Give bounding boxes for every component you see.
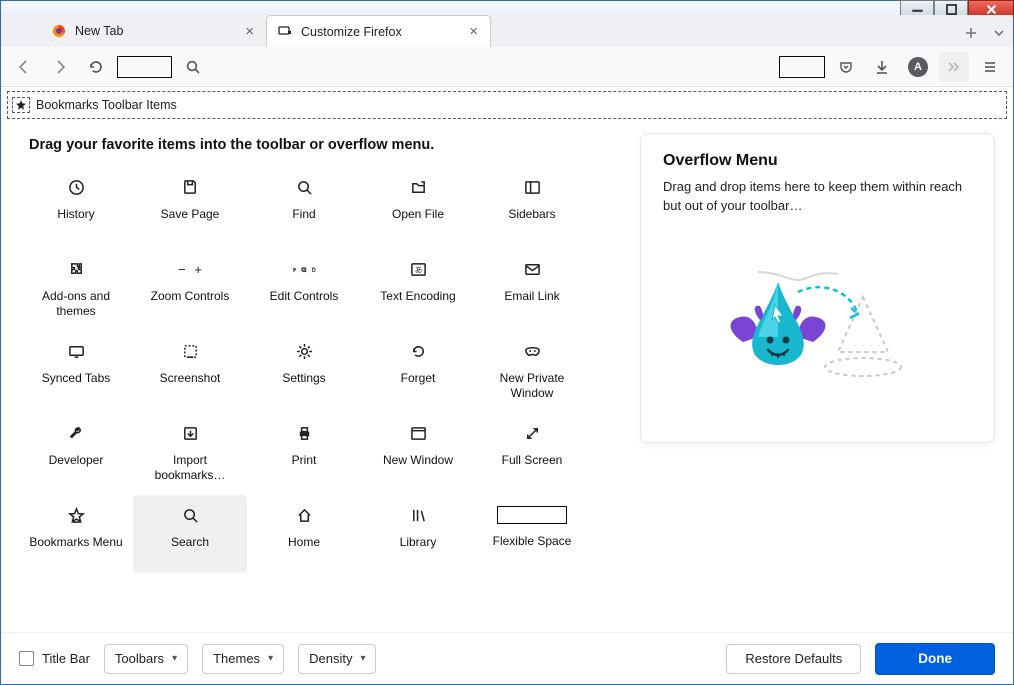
toolbar-slot[interactable] <box>117 56 172 78</box>
density-dropdown[interactable]: Density ▾ <box>298 644 376 674</box>
chevron-down-icon: ▾ <box>360 653 365 664</box>
palette-edit[interactable]: Edit Controls <box>247 249 361 327</box>
puzzle-icon <box>64 257 88 281</box>
palette-save-page[interactable]: Save Page <box>133 167 247 245</box>
palette-home[interactable]: Home <box>247 495 361 573</box>
palette-bookmarks-menu[interactable]: Bookmarks Menu <box>19 495 133 573</box>
palette-history[interactable]: History <box>19 167 133 245</box>
toolbars-dropdown[interactable]: Toolbars ▾ <box>104 644 188 674</box>
search-icon[interactable] <box>178 52 208 82</box>
window-icon <box>406 421 430 445</box>
back-button[interactable] <box>9 52 39 82</box>
synced-tabs-icon <box>64 339 88 363</box>
palette-import[interactable]: Import bookmarks… <box>133 413 247 491</box>
firefox-icon <box>51 23 67 39</box>
palette-sidebars[interactable]: Sidebars <box>475 167 589 245</box>
palette-print[interactable]: Print <box>247 413 361 491</box>
brush-icon <box>277 24 293 40</box>
window-titlebar <box>1 1 1013 15</box>
edit-controls-icon <box>292 257 316 281</box>
history-icon <box>64 175 88 199</box>
find-icon <box>292 175 316 199</box>
library-icon <box>406 503 430 527</box>
sidebar-icon <box>520 175 544 199</box>
text-encoding-icon: あ <box>406 257 430 281</box>
search-icon <box>178 503 202 527</box>
overflow-description: Drag and drop items here to keep them wi… <box>663 178 972 216</box>
gear-icon <box>292 339 316 363</box>
customize-heading: Drag your favorite items into the toolba… <box>29 137 616 153</box>
palette-find[interactable]: Find <box>247 167 361 245</box>
all-tabs-button[interactable] <box>985 19 1013 47</box>
palette-open-file[interactable]: Open File <box>361 167 475 245</box>
tab-strip: New Tab × Customize Firefox × <box>1 15 1013 47</box>
tab-close-button[interactable]: × <box>465 23 482 40</box>
palette-synced[interactable]: Synced Tabs <box>19 331 133 409</box>
forward-button[interactable] <box>45 52 75 82</box>
restore-defaults-button[interactable]: Restore Defaults <box>726 644 861 674</box>
bookmarks-star-icon <box>64 503 88 527</box>
palette-search[interactable]: Search <box>133 495 247 573</box>
reload-button[interactable] <box>81 52 111 82</box>
chevron-down-icon: ▾ <box>172 653 177 664</box>
tab-close-button[interactable]: × <box>241 23 258 40</box>
screenshot-icon <box>178 339 202 363</box>
save-icon <box>178 175 202 199</box>
tab-label: Customize Firefox <box>301 25 402 39</box>
home-icon <box>292 503 316 527</box>
bookmarks-zone-label: Bookmarks Toolbar Items <box>36 98 177 112</box>
palette-developer[interactable]: Developer <box>19 413 133 491</box>
forget-icon <box>406 339 430 363</box>
new-tab-button[interactable] <box>957 19 985 47</box>
palette-email[interactable]: Email Link <box>475 249 589 327</box>
zoom-controls-icon: −+ <box>178 257 202 281</box>
palette-private[interactable]: New Private Window <box>475 331 589 409</box>
palette-zoom[interactable]: −+ Zoom Controls <box>133 249 247 327</box>
customize-footer: Title Bar Toolbars ▾ Themes ▾ Density ▾ … <box>1 632 1013 684</box>
palette-addons[interactable]: Add-ons and themes <box>19 249 133 327</box>
overflow-illustration <box>663 242 972 402</box>
nav-toolbar: A <box>1 47 1013 87</box>
customize-palette: History Save Page Find Open File Sidebar… <box>19 167 616 573</box>
avatar: A <box>908 57 928 77</box>
svg-text:あ: あ <box>414 265 422 274</box>
themes-dropdown[interactable]: Themes ▾ <box>202 644 284 674</box>
downloads-icon[interactable] <box>867 52 897 82</box>
chevron-down-icon: ▾ <box>268 653 273 664</box>
palette-new-window[interactable]: New Window <box>361 413 475 491</box>
print-icon <box>292 421 316 445</box>
pocket-icon[interactable] <box>831 52 861 82</box>
palette-settings[interactable]: Settings <box>247 331 361 409</box>
star-icon <box>12 97 30 113</box>
tab-customize-firefox[interactable]: Customize Firefox × <box>266 15 491 47</box>
checkbox-icon <box>19 651 34 666</box>
palette-forget[interactable]: Forget <box>361 331 475 409</box>
account-button[interactable]: A <box>903 52 933 82</box>
tab-new-tab[interactable]: New Tab × <box>41 15 266 47</box>
flexible-space-icon <box>497 506 567 524</box>
titlebar-checkbox[interactable]: Title Bar <box>19 651 90 666</box>
bookmarks-toolbar-dropzone[interactable]: Bookmarks Toolbar Items <box>7 91 1007 119</box>
app-menu-button[interactable] <box>975 52 1005 82</box>
overflow-title: Overflow Menu <box>663 152 972 170</box>
mask-icon <box>520 339 544 363</box>
palette-encoding[interactable]: あ Text Encoding <box>361 249 475 327</box>
palette-flexible-space[interactable]: Flexible Space <box>475 495 589 573</box>
overflow-button[interactable] <box>939 52 969 82</box>
done-button[interactable]: Done <box>875 643 995 675</box>
import-icon <box>178 421 202 445</box>
overflow-panel[interactable]: Overflow Menu Drag and drop items here t… <box>640 133 995 443</box>
palette-library[interactable]: Library <box>361 495 475 573</box>
palette-screenshot[interactable]: Screenshot <box>133 331 247 409</box>
palette-fullscreen[interactable]: Full Screen <box>475 413 589 491</box>
wrench-icon <box>64 421 88 445</box>
open-file-icon <box>406 175 430 199</box>
toolbar-slot[interactable] <box>779 56 825 78</box>
tab-label: New Tab <box>75 24 123 38</box>
email-icon <box>520 257 544 281</box>
fullscreen-icon <box>520 421 544 445</box>
